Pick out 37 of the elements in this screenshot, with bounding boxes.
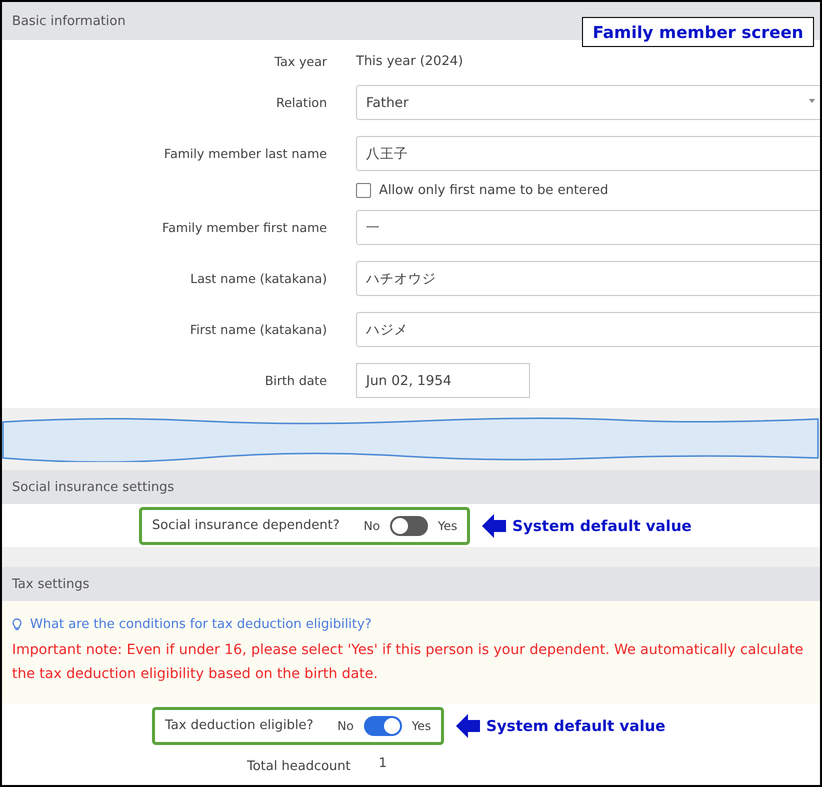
toggle-option-label: No <box>337 718 354 732</box>
help-link[interactable]: What are the conditions for tax deduction eligibility? <box>30 617 372 632</box>
checkbox[interactable] <box>356 183 371 198</box>
lightbulb-icon <box>12 618 22 632</box>
toggle-label: Tax deduction eligible? <box>165 718 314 733</box>
toggle-option-label: Yes <box>412 718 432 732</box>
annotation-label: System default value <box>512 516 692 534</box>
input-field[interactable]: ハチオウジ <box>356 261 820 296</box>
input-field[interactable]: 八王子 <box>356 136 820 171</box>
toggle-switch[interactable] <box>364 716 402 736</box>
section-header: Tax settings <box>2 567 820 601</box>
annotation-label: System default value <box>486 716 666 734</box>
input-field[interactable]: ハジメ <box>356 312 820 347</box>
field-label: Tax year <box>274 54 328 69</box>
important-note: Important note: Even if under 16, please select 'Yes' if this person is your dependent. We automatically calculate the tax deduction eligibility based on the birth date. <box>12 641 804 684</box>
field-label: Family member last name <box>163 146 328 161</box>
arrow-icon <box>456 714 480 738</box>
field-label: Last name (katakana) <box>189 271 328 286</box>
annotation-label: Family member screen <box>582 17 814 47</box>
date-field[interactable]: Jun 02, 1954 <box>356 363 530 398</box>
field-value: 1 <box>378 756 387 770</box>
arrow-icon <box>482 514 506 538</box>
section-header: Social insurance settings <box>2 470 820 504</box>
field-label: Total headcount <box>247 758 351 774</box>
field-value: This year (2024) <box>356 54 464 69</box>
checkbox-option[interactable]: Allow only first name to be entered <box>356 183 608 198</box>
field-label: Family member first name <box>161 220 328 235</box>
field-label: Relation <box>275 95 328 110</box>
toggle-option-label: Yes <box>438 518 458 532</box>
toggle-option-label: No <box>364 518 380 532</box>
toggle-switch[interactable] <box>390 516 428 536</box>
input-field[interactable]: 一 <box>356 210 820 245</box>
field-label: Birth date <box>264 373 328 388</box>
toggle-label: Social insurance dependent? <box>152 518 340 533</box>
relation-dropdown[interactable]: Father <box>356 85 820 120</box>
caret-icon <box>809 99 815 103</box>
field-label: First name (katakana) <box>189 322 328 337</box>
